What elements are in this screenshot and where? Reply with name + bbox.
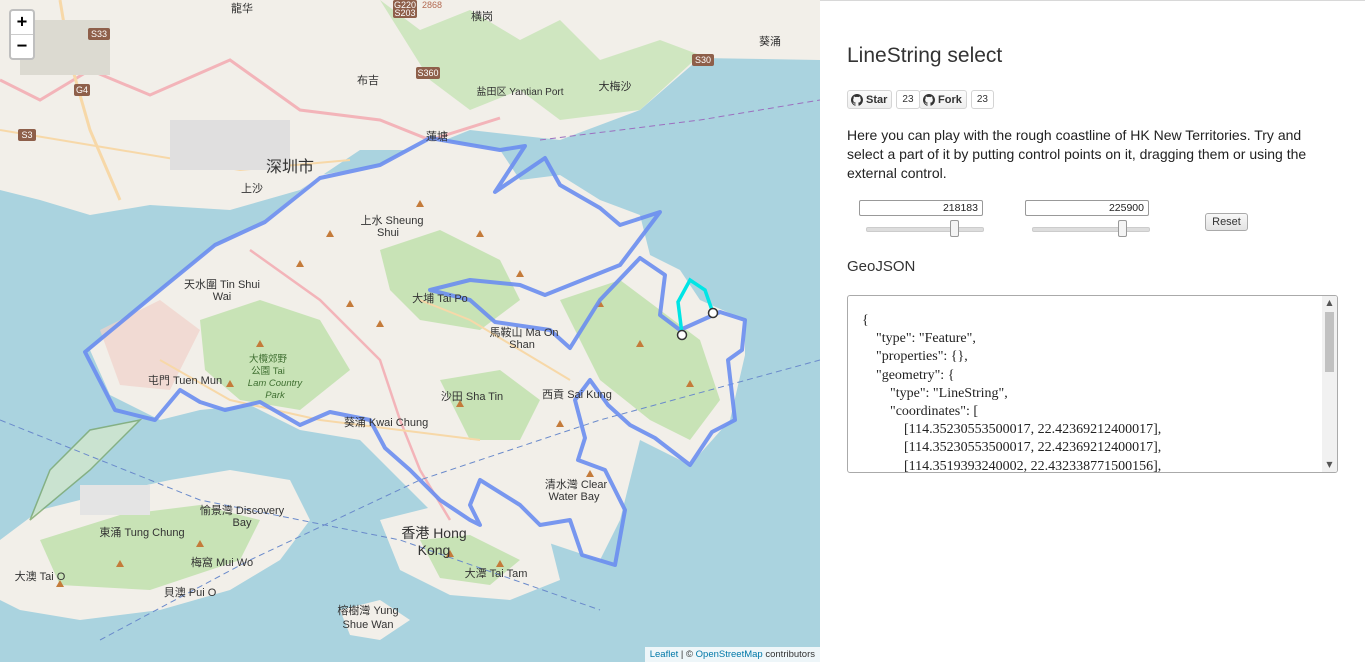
map-label: 愉景灣 Discovery: [200, 503, 285, 517]
github-star-count[interactable]: 23: [896, 90, 920, 109]
map-label: Shui: [377, 227, 399, 239]
start-slider[interactable]: [866, 220, 984, 237]
attribution-suffix: contributors: [762, 649, 815, 660]
map-label: Park: [265, 390, 286, 401]
map-label: 布吉: [357, 74, 379, 87]
reset-button[interactable]: Reset: [1205, 213, 1248, 231]
control-point-start[interactable]: [676, 329, 688, 341]
geojson-scrollbar[interactable]: ▲ ▼: [1322, 296, 1337, 472]
map-label: 盐田区 Yantian Port: [476, 85, 563, 98]
github-fork-widget: Fork 23: [919, 90, 994, 109]
side-panel: LineString select Star 23 Fork 23 Here y…: [847, 0, 1339, 662]
start-value-input[interactable]: [859, 200, 983, 216]
map-label: 屯門 Tuen Mun: [148, 374, 222, 387]
map-label: 馬鞍山 Ma On: [489, 325, 558, 339]
map-label: 大潭 Tai Tam: [465, 566, 528, 580]
map-label: 西貢 Sai Kung: [542, 388, 612, 401]
start-slider-thumb[interactable]: [950, 220, 959, 237]
map-tiles: 龍华 深圳市 上水 Sheung Shui 天水圍 Tin Shui Wai 屯…: [0, 0, 820, 641]
control-point-end[interactable]: [707, 307, 719, 319]
map[interactable]: 龍华 深圳市 上水 Sheung Shui 天水圍 Tin Shui Wai 屯…: [0, 0, 820, 662]
description: Here you can play with the rough coastli…: [847, 127, 1307, 181]
map-label: 榕樹灣 Yung: [337, 603, 398, 617]
map-label: 葵涌 Kwai Chung: [344, 416, 428, 429]
map-label: 東涌 Tung Chung: [99, 526, 184, 539]
map-label: 大澳 Tai O: [15, 569, 66, 583]
map-label: 大埔 Tai Po: [412, 291, 468, 305]
end-slider-thumb[interactable]: [1118, 220, 1127, 237]
map-label: 龍华: [231, 1, 253, 15]
github-fork-label: Fork: [938, 93, 962, 106]
map-attribution: Leaflet | © OpenStreetMap contributors: [644, 647, 820, 662]
map-label: 公園 Tai: [251, 366, 285, 377]
github-star-widget: Star 23: [847, 90, 920, 109]
svg-text:G4: G4: [76, 85, 88, 95]
map-label: 清水灣 Clear: [545, 478, 608, 491]
leaflet-link[interactable]: Leaflet: [650, 649, 679, 660]
map-label: 大梅沙: [599, 79, 632, 93]
map-label: Bay: [233, 517, 252, 529]
map-label: 貝澳 Pui O: [164, 586, 217, 599]
map-label: Shue Wan: [343, 619, 394, 631]
map-label: Shan: [509, 339, 535, 351]
openstreetmap-link[interactable]: OpenStreetMap: [696, 649, 763, 660]
zoom-in-button[interactable]: +: [11, 11, 33, 34]
map-label: 沙田 Sha Tin: [441, 390, 503, 403]
scroll-up-arrow-icon[interactable]: ▲: [1322, 296, 1337, 310]
svg-text:S360: S360: [417, 68, 438, 78]
end-slider[interactable]: [1032, 220, 1150, 237]
map-label: 蓮塘: [426, 129, 448, 143]
map-label: 香港 Hong: [401, 525, 466, 541]
geojson-content: { "type": "Feature", "properties": {}, "…: [862, 313, 1162, 473]
github-star-label: Star: [866, 93, 888, 106]
map-label: 横岗: [471, 9, 493, 23]
zoom-control: + −: [9, 9, 35, 60]
svg-text:S203: S203: [394, 8, 415, 18]
geojson-textarea[interactable]: { "type": "Feature", "properties": {}, "…: [847, 295, 1338, 473]
map-label: Water Bay: [549, 491, 600, 503]
map-label: Lam Country: [248, 378, 304, 389]
zoom-out-button[interactable]: −: [11, 34, 33, 58]
github-fork-count[interactable]: 23: [970, 90, 994, 109]
geojson-heading: GeoJSON: [847, 258, 916, 275]
map-label: 深圳市: [266, 158, 314, 176]
map-label: 梅窩 Mui Wo: [191, 555, 253, 569]
map-label: 葵涌: [759, 35, 781, 48]
map-label: Wai: [213, 291, 232, 303]
github-icon: [851, 93, 863, 106]
scroll-down-arrow-icon[interactable]: ▼: [1322, 458, 1337, 472]
github-icon: [923, 93, 935, 106]
page-title: LineString select: [847, 44, 1003, 67]
svg-text:S30: S30: [695, 55, 711, 65]
attribution-separator: | ©: [678, 649, 696, 660]
map-label: 上沙: [241, 182, 263, 195]
map-label: 天水圍 Tin Shui: [184, 278, 260, 291]
map-label: Kong: [418, 542, 451, 558]
scroll-thumb[interactable]: [1325, 312, 1334, 372]
svg-text:S33: S33: [91, 29, 107, 39]
svg-text:S3: S3: [21, 130, 32, 140]
svg-text:2868: 2868: [422, 0, 442, 10]
end-value-input[interactable]: [1025, 200, 1149, 216]
map-label: 上水 Sheung: [361, 214, 424, 227]
github-fork-button[interactable]: Fork: [919, 90, 967, 109]
map-label: 大欖郊野: [249, 353, 288, 365]
github-star-button[interactable]: Star: [847, 90, 893, 109]
